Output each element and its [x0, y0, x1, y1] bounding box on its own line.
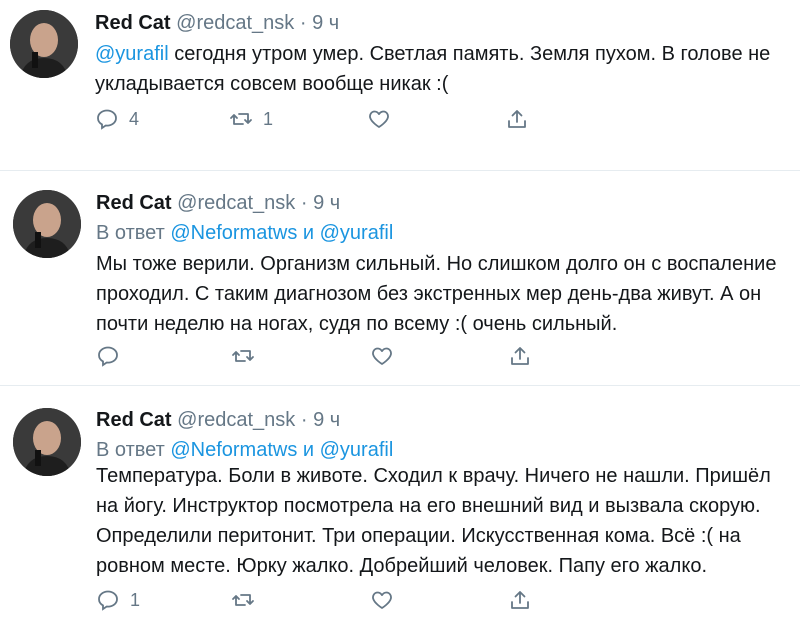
- reply-button[interactable]: [96, 341, 130, 371]
- author-handle[interactable]: @redcat_nsk: [177, 192, 295, 214]
- timestamp[interactable]: 9 ч: [312, 12, 339, 34]
- reply-button[interactable]: 4: [95, 104, 139, 134]
- reply-prefix: В ответ: [96, 439, 171, 461]
- separator-dot: ·: [300, 192, 308, 214]
- retweet-button[interactable]: 1: [229, 104, 273, 134]
- reply-context: В ответ @Neformatws и @yurafil: [96, 439, 393, 462]
- tweet[interactable]: Red Cat @redcat_nsk · 9 ч В ответ @Nefor…: [0, 171, 800, 378]
- tweet-text: Температура. Боли в животе. Сходил к вра…: [96, 461, 771, 581]
- text-line: укладывается совсем вообще никак :(: [95, 73, 449, 95]
- share-button[interactable]: [508, 341, 532, 371]
- like-icon: [370, 588, 394, 612]
- retweet-button[interactable]: [231, 585, 265, 615]
- reply-conjunction: и: [297, 439, 320, 461]
- author-handle[interactable]: @redcat_nsk: [177, 409, 295, 431]
- like-icon: [370, 344, 394, 368]
- like-button[interactable]: [370, 341, 404, 371]
- reply-mention-link[interactable]: @Neformatws: [170, 439, 297, 461]
- tweet-text: @yurafil сегодня утром умер. Светлая пам…: [95, 39, 770, 99]
- tweet[interactable]: Red Cat @redcat_nsk · 9 ч @yurafil сегод…: [0, 0, 800, 163]
- like-icon: [367, 107, 391, 131]
- tweet-header: Red Cat @redcat_nsk · 9 ч: [95, 12, 339, 35]
- avatar[interactable]: [10, 10, 78, 78]
- text-line: на йогу. Инструктор посмотрела на его вн…: [96, 495, 761, 517]
- reply-button[interactable]: 1: [96, 585, 140, 615]
- author-name[interactable]: Red Cat: [95, 12, 171, 34]
- avatar[interactable]: [13, 190, 81, 258]
- like-button[interactable]: [370, 585, 404, 615]
- reply-icon: [95, 107, 119, 131]
- like-button[interactable]: [367, 104, 401, 134]
- text-line: ровном месте. Юрку жалко. Добрейший чело…: [96, 555, 707, 577]
- retweet-icon: [229, 107, 253, 131]
- author-name[interactable]: Red Cat: [96, 192, 172, 214]
- share-icon: [508, 344, 532, 368]
- tweet-actions: 4 1: [95, 104, 535, 134]
- reply-count: 4: [129, 108, 140, 129]
- reply-count: 1: [130, 589, 141, 610]
- share-button[interactable]: [505, 104, 529, 134]
- reply-icon: [96, 344, 120, 368]
- timestamp[interactable]: 9 ч: [313, 192, 340, 214]
- reply-prefix: В ответ: [96, 222, 171, 244]
- avatar[interactable]: [13, 408, 81, 476]
- text-line: проходил. С таким диагнозом без экстренн…: [96, 283, 762, 305]
- text-line: сегодня утром умер. Светлая память. Земл…: [168, 43, 771, 65]
- reply-icon: [96, 588, 120, 612]
- author-name[interactable]: Red Cat: [96, 409, 172, 431]
- retweet-button[interactable]: [231, 341, 265, 371]
- tweet-header: Red Cat @redcat_nsk · 9 ч: [96, 192, 340, 215]
- text-line: Мы тоже верили. Организм сильный. Но сли…: [96, 253, 777, 275]
- retweet-icon: [231, 344, 255, 368]
- retweet-icon: [231, 588, 255, 612]
- text-line: Определили перитонит. Три операции. Иску…: [96, 525, 741, 547]
- tweet-actions: 1: [96, 585, 536, 615]
- author-handle[interactable]: @redcat_nsk: [176, 12, 294, 34]
- reply-mention-link[interactable]: @yurafil: [320, 222, 394, 244]
- timestamp[interactable]: 9 ч: [313, 409, 340, 431]
- share-icon: [505, 107, 529, 131]
- tweet-header: Red Cat @redcat_nsk · 9 ч: [96, 409, 340, 432]
- separator-dot: ·: [300, 409, 308, 431]
- tweet-actions: [96, 341, 536, 371]
- reply-mention-link[interactable]: @yurafil: [320, 439, 394, 461]
- mention-link[interactable]: @yurafil: [95, 43, 169, 65]
- text-line: почти неделю на ногах, судя по всему :( …: [96, 313, 618, 335]
- reply-context: В ответ @Neformatws и @yurafil: [96, 222, 393, 245]
- tweet-text: Мы тоже верили. Организм сильный. Но сли…: [96, 249, 776, 339]
- share-button[interactable]: [508, 585, 532, 615]
- retweet-count: 1: [263, 108, 274, 129]
- share-icon: [508, 588, 532, 612]
- tweet[interactable]: Red Cat @redcat_nsk · 9 ч В ответ @Nefor…: [0, 386, 800, 621]
- separator-dot: ·: [299, 12, 307, 34]
- reply-mention-link[interactable]: @Neformatws: [170, 222, 297, 244]
- reply-conjunction: и: [297, 222, 320, 244]
- text-line: Температура. Боли в животе. Сходил к вра…: [96, 465, 771, 487]
